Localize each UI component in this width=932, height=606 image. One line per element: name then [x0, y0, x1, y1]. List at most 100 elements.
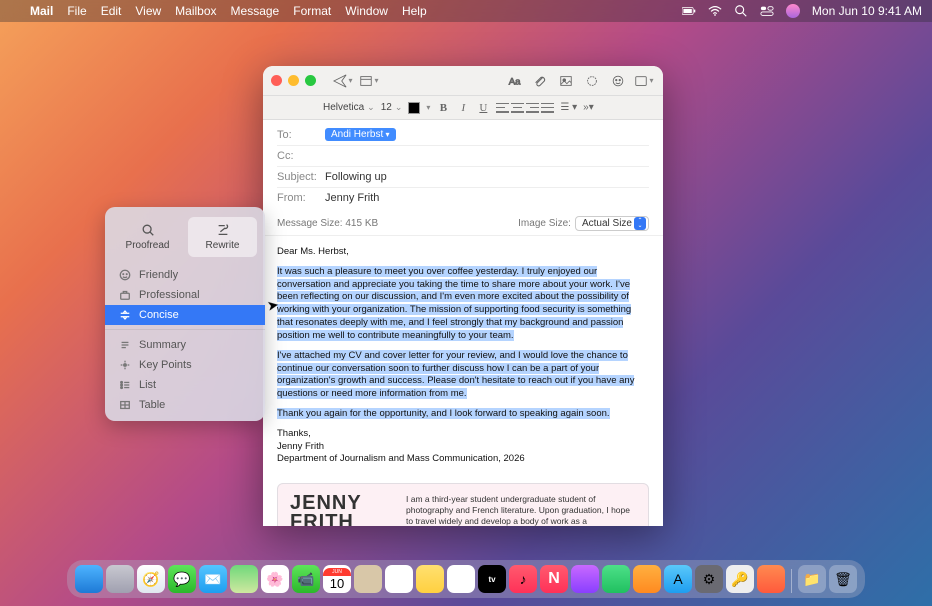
proofread-tab[interactable]: Proofread [113, 217, 182, 257]
svg-text:Aa: Aa [509, 76, 521, 87]
photo-button[interactable] [555, 70, 577, 92]
from-row[interactable]: From: Jenny Frith [277, 188, 649, 208]
image-size-value: Actual Size [582, 218, 632, 229]
align-left[interactable] [496, 103, 509, 113]
greeting: Dear Ms. Herbst, [277, 246, 649, 259]
cc-row[interactable]: Cc: [277, 146, 649, 167]
list-button[interactable]: ☰ ▾ [560, 102, 577, 113]
dock-passwords[interactable]: 🔑 [726, 565, 754, 593]
dock-reminders[interactable] [385, 565, 413, 593]
dock-shortcuts[interactable] [757, 565, 785, 593]
dock-maps[interactable] [230, 565, 258, 593]
dock-freeform[interactable] [447, 565, 475, 593]
wifi-icon[interactable] [708, 4, 722, 18]
dock-notes[interactable] [416, 565, 444, 593]
from-field[interactable]: Jenny Frith [325, 192, 649, 204]
align-justify[interactable] [541, 103, 554, 113]
dock-appstore[interactable]: A [664, 565, 692, 593]
font-select[interactable]: Helvetica [323, 102, 375, 113]
dock-downloads[interactable]: 📁 [798, 565, 826, 593]
control-center-icon[interactable] [760, 4, 774, 18]
transform-keypoints[interactable]: Key Points [105, 355, 265, 375]
minimize-button[interactable] [288, 75, 299, 86]
menu-format[interactable]: Format [293, 4, 331, 18]
dock-mail[interactable]: ✉️ [199, 565, 227, 593]
dock-trash[interactable]: 🗑 [829, 565, 857, 593]
dock-calendar[interactable]: JUN10 [323, 565, 351, 593]
tone-friendly[interactable]: Friendly [105, 265, 265, 285]
meta-row: Message Size: 415 KB Image Size: Actual … [263, 212, 663, 236]
italic-button[interactable]: I [456, 102, 470, 114]
dock-messages[interactable]: 💬 [168, 565, 196, 593]
sign-2: Jenny Frith [277, 441, 649, 454]
transform-summary[interactable]: Summary [105, 335, 265, 355]
bold-button[interactable]: B [436, 102, 450, 114]
dock-facetime[interactable]: 📹 [292, 565, 320, 593]
dock-settings[interactable]: ⚙ [695, 565, 723, 593]
briefcase-icon [119, 289, 131, 301]
summary-icon [119, 339, 131, 351]
align-center[interactable] [511, 103, 524, 113]
menu-edit[interactable]: Edit [101, 4, 122, 18]
message-body[interactable]: Dear Ms. Herbst, It was such a pleasure … [263, 236, 663, 477]
underline-button[interactable]: U [476, 102, 490, 114]
dock-tv[interactable]: tv [478, 565, 506, 593]
to-recipient-token[interactable]: Andi Herbst [325, 128, 396, 141]
emoji-button[interactable] [607, 70, 629, 92]
image-size-select[interactable]: Actual Size [575, 216, 649, 231]
dock-safari[interactable]: 🧭 [137, 565, 165, 593]
menu-window[interactable]: Window [345, 4, 388, 18]
dock-launchpad[interactable] [106, 565, 134, 593]
rewrite-tab[interactable]: Rewrite [188, 217, 257, 257]
dock-finder[interactable] [75, 565, 103, 593]
image-size-label: Image Size: [518, 218, 571, 229]
color-caret[interactable]: ▾ [426, 103, 430, 112]
format-button[interactable]: Aa [503, 70, 525, 92]
menu-mailbox[interactable]: Mailbox [175, 4, 216, 18]
battery-icon[interactable] [682, 4, 696, 18]
text-color[interactable] [408, 102, 420, 114]
clock[interactable]: Mon Jun 10 9:41 AM [812, 4, 922, 18]
dock-numbers[interactable] [602, 565, 630, 593]
menu-file[interactable]: File [67, 4, 86, 18]
send-button[interactable] [332, 70, 354, 92]
menu-view[interactable]: View [135, 4, 161, 18]
header-fields-button[interactable] [358, 70, 380, 92]
subject-row[interactable]: Subject: Following up [277, 167, 649, 188]
concise-icon [119, 309, 131, 321]
search-icon[interactable] [734, 4, 748, 18]
menu-message[interactable]: Message [231, 4, 280, 18]
maximize-button[interactable] [305, 75, 316, 86]
tone-concise[interactable]: Concise [105, 305, 265, 325]
align-right[interactable] [526, 103, 539, 113]
from-label: From: [277, 192, 325, 204]
resume-attachment[interactable]: JENNYFRITH I am a third-year student und… [277, 483, 649, 526]
font-size-select[interactable]: 12 [381, 102, 403, 113]
dock-photos[interactable]: 🌸 [261, 565, 289, 593]
resume-name: JENNYFRITH [290, 494, 390, 526]
indent-button[interactable]: »▾ [583, 102, 594, 113]
subject-field[interactable]: Following up [325, 171, 649, 183]
body-p2: I've attached my CV and cover letter for… [277, 350, 634, 399]
writing-tools-button[interactable] [581, 70, 603, 92]
message-size: 415 KB [345, 218, 378, 229]
close-button[interactable] [271, 75, 282, 86]
keypoints-icon [119, 359, 131, 371]
dock-pages[interactable] [633, 565, 661, 593]
transform-list[interactable]: List [105, 375, 265, 395]
dock-contacts[interactable] [354, 565, 382, 593]
magnify-icon [141, 223, 155, 237]
app-name[interactable]: Mail [30, 4, 53, 18]
format-bar: Helvetica 12 ▾ B I U ☰ ▾ »▾ [263, 96, 663, 120]
menu-help[interactable]: Help [402, 4, 427, 18]
dock-podcasts[interactable] [571, 565, 599, 593]
dock-news[interactable]: N [540, 565, 568, 593]
attach-button[interactable] [529, 70, 551, 92]
transform-table[interactable]: Table [105, 395, 265, 415]
dock-music[interactable]: ♪ [509, 565, 537, 593]
chevron-updown-icon [634, 217, 646, 230]
media-button[interactable] [633, 70, 655, 92]
tone-professional[interactable]: Professional [105, 285, 265, 305]
to-row[interactable]: To: Andi Herbst [277, 124, 649, 146]
user-avatar[interactable] [786, 4, 800, 18]
